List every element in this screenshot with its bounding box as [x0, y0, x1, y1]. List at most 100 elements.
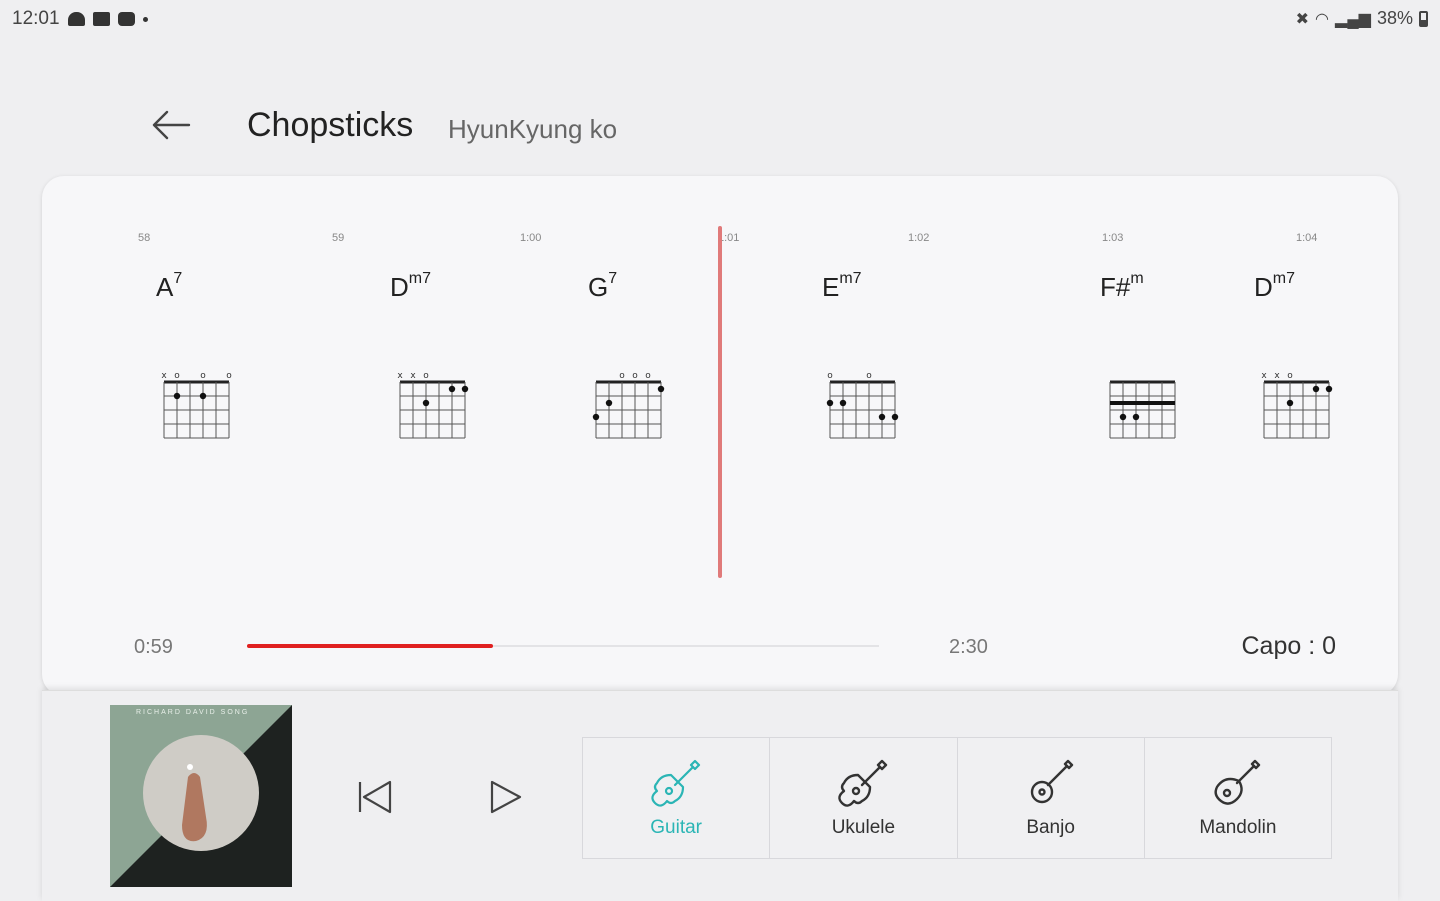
chord-root: F#	[1100, 272, 1131, 302]
song-artist: HyunKyung ko	[448, 114, 618, 144]
mandolin-icon	[1214, 759, 1261, 805]
time-mark: 1:00	[520, 232, 542, 244]
finger-dot	[199, 392, 207, 400]
finger-dot	[173, 392, 181, 400]
album-art-caption: RICHARD DAVID SONG	[136, 709, 250, 716]
progress-fill	[247, 644, 493, 648]
previous-button[interactable]	[352, 775, 396, 819]
chord-root: A	[156, 272, 174, 302]
string-mark: x	[1274, 371, 1280, 381]
finger-dot	[826, 399, 834, 407]
youtube-icon	[117, 12, 135, 26]
finger-dot	[461, 385, 469, 393]
playhead	[718, 226, 722, 578]
clock: 12:01	[12, 8, 60, 29]
string-mark: o	[827, 371, 833, 381]
chord-root: E	[822, 272, 840, 302]
progress-bar[interactable]	[247, 644, 879, 648]
instrument-banjo[interactable]: Banjo	[958, 738, 1145, 858]
chord-name[interactable]: G7	[588, 270, 618, 303]
chord-root: D	[390, 272, 409, 302]
finger-dot	[1132, 413, 1140, 421]
chord-diagram[interactable]: xxo	[1260, 368, 1334, 448]
chord-name[interactable]: F#m	[1100, 270, 1144, 303]
time-mark: 1:04	[1296, 232, 1318, 244]
string-mark: o	[174, 371, 180, 381]
time-mark: 58	[138, 232, 151, 244]
finger-dot	[422, 399, 430, 407]
wifi-icon: ◠	[1315, 10, 1330, 28]
string-mark: o	[226, 371, 232, 381]
album-art-image	[110, 705, 292, 887]
string-mark: x	[410, 371, 416, 381]
string-mark: o	[866, 371, 872, 381]
finger-dot	[448, 385, 456, 393]
string-mark: x	[1261, 371, 1267, 381]
string-mark: x	[397, 371, 403, 381]
string-mark: o	[619, 371, 625, 381]
chord-name[interactable]: A7	[156, 270, 183, 303]
finger-dot	[592, 413, 600, 421]
chord-sheet[interactable]: 58 59 1:00 1:01 1:02 1:03 1:04 A7 x o o o Dm7 x x o G7 o o…	[42, 176, 1398, 696]
chord-name[interactable]: Dm7	[390, 270, 432, 303]
time-mark: 1:03	[1102, 232, 1124, 244]
chord-diagram[interactable]: xooo	[160, 368, 234, 448]
instrument-guitar[interactable]: Guitar	[583, 738, 771, 858]
play-icon	[490, 780, 522, 814]
time-mark: 59	[332, 232, 345, 244]
chord-suffix: 7	[608, 270, 618, 287]
chord-suffix: 7	[173, 270, 183, 287]
chord-suffix: m7	[1272, 270, 1296, 287]
string-mark: o	[632, 371, 638, 381]
finger-dot	[878, 413, 886, 421]
chord-name[interactable]: Dm7	[1254, 270, 1296, 303]
instrument-label: Mandolin	[1199, 817, 1277, 838]
status-bar-left: 12:01	[12, 8, 148, 30]
string-mark: o	[1287, 371, 1293, 381]
instrument-label: Guitar	[650, 817, 702, 838]
finger-dot	[1325, 385, 1333, 393]
finger-dot	[605, 399, 613, 407]
skip-previous-icon	[358, 780, 392, 814]
chord-suffix: m7	[408, 270, 432, 287]
battery-percent: 38%	[1376, 8, 1413, 28]
time-mark: 1:02	[908, 232, 930, 244]
chord-diagram[interactable]: xxo	[396, 368, 470, 448]
chord-diagram[interactable]: oo	[826, 368, 900, 448]
arrow-left-icon	[152, 110, 191, 140]
image-icon	[92, 12, 110, 26]
capo-label[interactable]: Capo : 0	[1241, 632, 1336, 661]
cloud-icon	[67, 12, 85, 26]
play-button[interactable]	[484, 775, 528, 819]
instrument-mandolin[interactable]: Mandolin	[1145, 738, 1331, 858]
finger-dot	[1119, 413, 1127, 421]
ukulele-icon	[838, 759, 888, 807]
finger-dot	[657, 385, 665, 393]
dot-icon	[142, 16, 148, 22]
chord-name[interactable]: Em7	[822, 270, 862, 303]
mute-icon: ✖	[1295, 10, 1310, 28]
guitar-icon	[651, 759, 701, 807]
chord-suffix: m	[1130, 270, 1144, 287]
instrument-ukulele[interactable]: Ukulele	[770, 738, 958, 858]
string-mark: o	[423, 371, 429, 381]
player-panel: RICHARD DAVID SONG Guitar Ukulele Banjo …	[42, 690, 1398, 901]
chord-suffix: m7	[839, 270, 862, 287]
chord-diagram[interactable]: ooo	[592, 368, 666, 448]
battery-icon	[1419, 10, 1428, 27]
finger-dot	[891, 413, 899, 421]
string-mark: o	[645, 371, 651, 381]
instrument-label: Banjo	[1026, 817, 1075, 838]
finger-dot	[1312, 385, 1320, 393]
banjo-icon	[1030, 759, 1073, 804]
status-bar-right: ✖ ◠ ▂▄▆ 38%	[1296, 8, 1428, 29]
finger-dot	[839, 399, 847, 407]
instrument-label: Ukulele	[831, 817, 896, 838]
album-art[interactable]: RICHARD DAVID SONG	[110, 705, 292, 887]
song-title: Chopsticks	[247, 106, 414, 144]
string-mark: x	[161, 371, 167, 381]
signal-icon: ▂▄▆	[1335, 10, 1371, 28]
time-total: 2:30	[949, 636, 988, 658]
back-button[interactable]	[148, 102, 194, 148]
chord-diagram[interactable]	[1106, 368, 1180, 448]
